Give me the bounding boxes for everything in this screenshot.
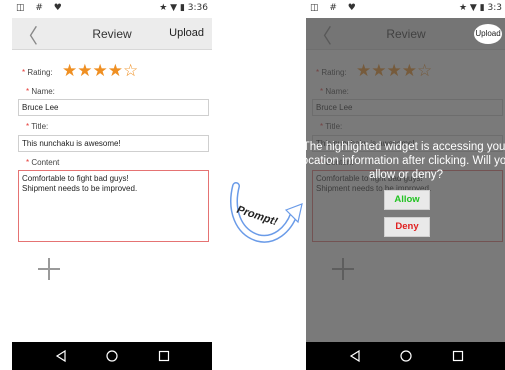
navigation-bar xyxy=(306,342,505,370)
nav-recent-icon[interactable] xyxy=(157,349,171,363)
nav-home-icon[interactable] xyxy=(105,349,119,363)
content-label: * Content xyxy=(26,158,60,167)
status-clock: ★ ▼ ▮ 3:3 xyxy=(458,3,502,13)
upload-button[interactable]: Upload xyxy=(169,27,204,39)
title-field[interactable]: This nunchaku is awesome! xyxy=(18,135,209,152)
status-clock: ★ ▼ ▮ 3:36 xyxy=(159,3,208,13)
deny-button[interactable]: Deny xyxy=(384,217,430,237)
navigation-bar xyxy=(12,342,212,370)
app-bar: 〈 Review Upload xyxy=(12,18,212,50)
upload-button-highlighted[interactable]: Upload xyxy=(474,24,502,44)
status-bar: ◫ # ♥ ★ ▼ ▮ 3:3 xyxy=(306,0,505,18)
phone-screen-after: ◫ # ♥ ★ ▼ ▮ 3:3 〈 Review * Rating: ★★★★☆… xyxy=(306,0,505,370)
allow-button[interactable]: Allow xyxy=(384,190,430,210)
status-icons-left: ◫ # ♥ xyxy=(310,3,360,13)
title-label: * Title: xyxy=(26,122,49,131)
nav-home-icon[interactable] xyxy=(399,349,413,363)
rating-stars[interactable]: ★★★★☆ xyxy=(62,61,138,81)
permission-message: The highlighted widget is accessing your… xyxy=(306,141,505,181)
name-label: * Name: xyxy=(26,87,55,96)
content-textarea[interactable]: Comfortable to fight bad guys! Shipment … xyxy=(18,170,209,242)
status-icons-left: ◫ # ♥ xyxy=(16,3,66,13)
status-bar: ◫ # ♥ ★ ▼ ▮ 3:36 xyxy=(12,0,212,18)
nav-back-icon[interactable] xyxy=(348,349,362,363)
clock-text: 3:3 xyxy=(487,3,502,13)
clock-text: 3:36 xyxy=(187,3,208,13)
nav-recent-icon[interactable] xyxy=(451,349,465,363)
phone-screen-before: ◫ # ♥ ★ ▼ ▮ 3:36 〈 Review Upload * Ratin… xyxy=(12,0,212,370)
nav-back-icon[interactable] xyxy=(54,349,68,363)
rating-label: * Rating: xyxy=(22,68,53,77)
add-icon[interactable] xyxy=(38,258,60,280)
name-field[interactable]: Bruce Lee xyxy=(18,99,209,116)
